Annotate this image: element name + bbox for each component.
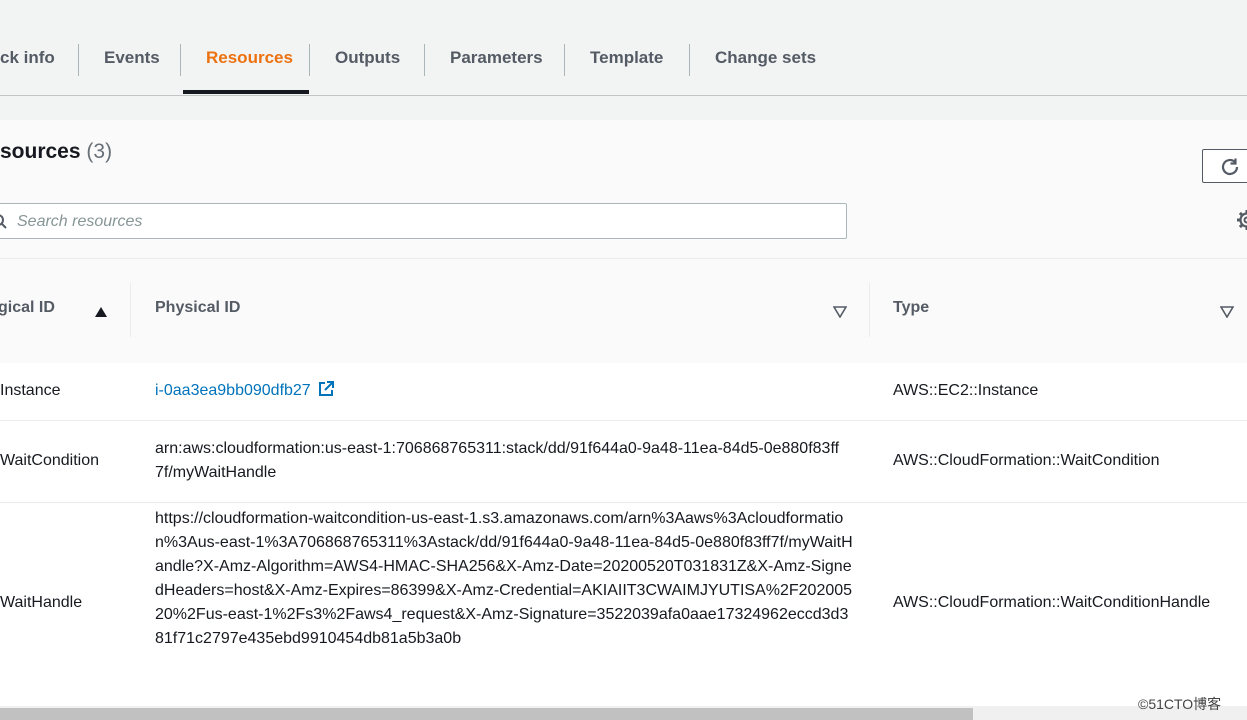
tab-change-sets[interactable]: Change sets <box>715 40 816 76</box>
active-tab-indicator <box>183 90 309 94</box>
resource-count: (3) <box>86 140 113 163</box>
table-header: gical ID Physical ID Type <box>0 258 1247 364</box>
column-separator <box>869 283 870 337</box>
physical-id-cell: arn:aws:cloudformation:us-east-1:7068687… <box>155 440 840 481</box>
tab-separator <box>309 44 310 76</box>
sort-descending-icon[interactable] <box>1220 306 1234 318</box>
refresh-icon <box>1221 158 1239 176</box>
tab-separator <box>564 44 565 76</box>
logical-id-cell: Instance <box>0 382 61 399</box>
tab-stack-info[interactable]: ck info <box>0 40 55 76</box>
horizontal-scrollbar[interactable] <box>0 706 1247 720</box>
table-row: WaitHandle https://cloudformation-waitco… <box>0 503 1247 707</box>
panel-title-text: sources <box>0 140 81 163</box>
search-field[interactable] <box>0 203 847 239</box>
tab-separator <box>78 44 79 76</box>
tab-events[interactable]: Events <box>104 40 160 76</box>
column-header-logical-id[interactable]: gical ID <box>0 299 55 317</box>
type-cell: AWS::EC2::Instance <box>893 382 1039 399</box>
search-icon <box>0 214 7 229</box>
column-header-type[interactable]: Type <box>893 299 929 317</box>
sort-descending-icon[interactable] <box>833 306 847 318</box>
watermark: ©51CTO博客 <box>1138 696 1222 712</box>
logical-id-cell: WaitHandle <box>0 594 83 611</box>
tab-template[interactable]: Template <box>590 40 663 76</box>
column-separator <box>130 283 131 337</box>
tab-parameters[interactable]: Parameters <box>450 40 543 76</box>
tab-separator <box>424 44 425 76</box>
refresh-button[interactable] <box>1202 149 1247 183</box>
physical-id-cell: i-0aa3ea9bb090dfb27 <box>155 379 855 403</box>
physical-id-link[interactable]: i-0aa3ea9bb090dfb27 <box>155 382 311 399</box>
sort-ascending-icon[interactable] <box>94 306 108 318</box>
logical-id-cell: WaitCondition <box>0 452 100 469</box>
tab-bar: ck info Events Resources Outputs Paramet… <box>0 0 1247 96</box>
settings-gear-icon[interactable] <box>1236 209 1247 231</box>
panel-title: sources (3) <box>0 140 112 164</box>
table-row: Instance i-0aa3ea9bb090dfb27 AWS::EC2::I… <box>0 363 1247 421</box>
table-row: WaitCondition arn:aws:cloudformation:us-… <box>0 421 1247 503</box>
type-cell: AWS::CloudFormation::WaitConditionHandle <box>893 594 1211 611</box>
type-cell: AWS::CloudFormation::WaitCondition <box>893 452 1160 469</box>
tab-resources[interactable]: Resources <box>206 40 293 76</box>
physical-id-cell: https://cloudformation-waitcondition-us-… <box>155 510 853 647</box>
tab-separator <box>689 44 690 76</box>
search-input[interactable] <box>15 210 819 234</box>
column-header-physical-id[interactable]: Physical ID <box>155 299 240 317</box>
external-link-icon[interactable] <box>317 380 335 398</box>
scrollbar-thumb[interactable] <box>0 708 973 720</box>
tab-separator <box>180 44 181 76</box>
tab-outputs[interactable]: Outputs <box>335 40 400 76</box>
